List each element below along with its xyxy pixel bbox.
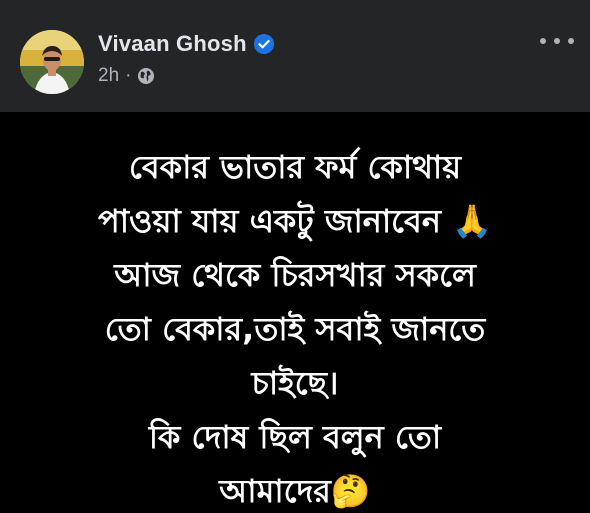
post-header: Vivaan Ghosh 2h · bbox=[0, 0, 590, 112]
more-dot-icon bbox=[554, 38, 560, 44]
post-text: বেকার ভাতার ফর্ম কোথায় পাওয়া যায় একটু… bbox=[40, 140, 550, 513]
post-text-line: চাইছে। bbox=[251, 364, 339, 402]
author-row: Vivaan Ghosh bbox=[98, 30, 274, 58]
author-avatar[interactable] bbox=[20, 30, 84, 94]
post-text-line: আজ থেকে চিরসখার সকলে bbox=[114, 256, 476, 294]
post-text-line: কি দোষ ছিল বলুন তো bbox=[148, 418, 442, 456]
more-dot-icon bbox=[540, 38, 546, 44]
post-text-line: আমাদের🤔 bbox=[219, 472, 371, 510]
post-meta: 2h · bbox=[98, 64, 155, 88]
post-text-line: পাওয়া যায় একটু জানাবেন 🙏 bbox=[98, 202, 492, 240]
post-text-line: বেকার ভাতার ফর্ম কোথায় bbox=[128, 148, 462, 186]
globe-icon[interactable] bbox=[137, 67, 155, 85]
post-text-line: তো বেকার,তাই সবাই জানতে bbox=[104, 310, 486, 348]
author-name[interactable]: Vivaan Ghosh bbox=[98, 31, 247, 57]
more-dot-icon bbox=[568, 38, 574, 44]
more-options-button[interactable] bbox=[540, 34, 574, 48]
meta-separator: · bbox=[125, 65, 132, 86]
verified-badge-icon bbox=[253, 34, 274, 54]
post-timestamp[interactable]: 2h bbox=[98, 65, 119, 87]
avatar-photo bbox=[20, 30, 84, 94]
post-card: Vivaan Ghosh 2h · বেকার ভাতার ফর্ম কোথায… bbox=[0, 0, 590, 513]
